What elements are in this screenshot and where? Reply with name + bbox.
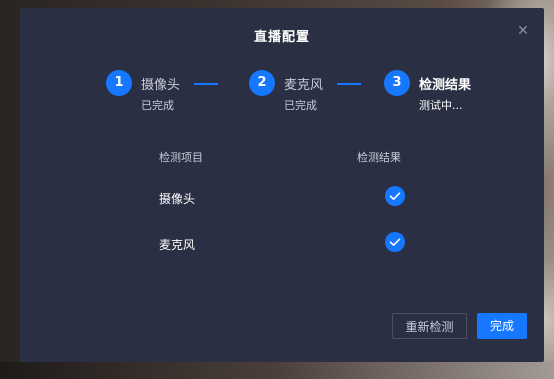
result-row-label-camera: 摄像头 bbox=[159, 192, 196, 206]
dialog-title: 直播配置 bbox=[253, 30, 310, 45]
background-strip bbox=[0, 362, 554, 379]
step-label: 检测结果 bbox=[419, 78, 472, 93]
step-number: 2 bbox=[249, 70, 275, 96]
step-status: 测试中... bbox=[419, 99, 463, 112]
column-header-result: 检测结果 bbox=[357, 151, 401, 164]
column-header-item: 检测项目 bbox=[159, 151, 203, 164]
live-config-dialog: 直播配置 ✕ 1 摄像头 已完成 2 麦克风 已完成 3 检测结果 测试中...… bbox=[20, 8, 544, 362]
step-number: 3 bbox=[384, 70, 410, 96]
close-icon[interactable]: ✕ bbox=[516, 24, 530, 38]
step-connector bbox=[337, 83, 361, 85]
check-circle-icon bbox=[385, 186, 405, 206]
step-label: 麦克风 bbox=[284, 78, 324, 93]
retest-button[interactable]: 重新检测 bbox=[392, 313, 467, 339]
step-number: 1 bbox=[106, 70, 132, 96]
step-status: 已完成 bbox=[284, 99, 317, 112]
step-label: 摄像头 bbox=[141, 78, 181, 93]
result-row-label-microphone: 麦克风 bbox=[159, 238, 196, 252]
step-connector bbox=[194, 83, 218, 85]
done-button[interactable]: 完成 bbox=[477, 313, 527, 339]
step-status: 已完成 bbox=[141, 99, 174, 112]
check-circle-icon bbox=[385, 232, 405, 252]
